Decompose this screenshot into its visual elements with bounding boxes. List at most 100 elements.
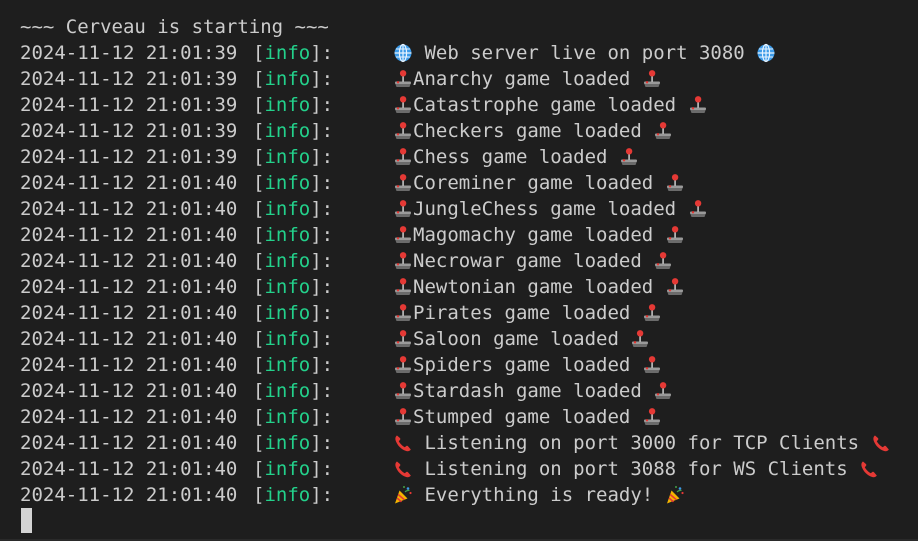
log-message-text: Newtonian game loaded bbox=[413, 276, 665, 298]
log-level: [info]: bbox=[253, 250, 334, 272]
telephone-icon bbox=[393, 433, 413, 453]
log-level-label: info bbox=[264, 198, 311, 220]
joystick-icon bbox=[619, 147, 639, 167]
log-message-text: Web server live on port 3080 bbox=[413, 42, 757, 64]
log-level: [info]: bbox=[253, 406, 334, 428]
joystick-icon bbox=[393, 199, 413, 219]
log-level: [info]: bbox=[253, 94, 334, 116]
log-timestamp: 2024-11-12 21:01:40 bbox=[20, 302, 238, 324]
log-line: 2024-11-12 21:01:40 [info]: Necrowar game … bbox=[20, 248, 891, 274]
log-message: Everything is ready! bbox=[393, 482, 685, 508]
log-level: [info]: bbox=[253, 302, 334, 324]
joystick-icon bbox=[653, 251, 673, 271]
log-level: [info]: bbox=[253, 120, 334, 142]
log-level: [info]: bbox=[253, 198, 334, 220]
log-timestamp: 2024-11-12 21:01:40 bbox=[20, 354, 238, 376]
log-line: 2024-11-12 21:01:40 [info]: Everything is… bbox=[20, 482, 891, 508]
log-message-text: Stumped game loaded bbox=[413, 406, 642, 428]
log-message: Anarchy game loaded bbox=[393, 66, 662, 92]
log-message-text: JungleChess game loaded bbox=[413, 198, 688, 220]
log-message-text: Saloon game loaded bbox=[413, 328, 631, 350]
log-timestamp: 2024-11-12 21:01:40 bbox=[20, 250, 238, 272]
joystick-icon bbox=[630, 329, 650, 349]
telephone-icon bbox=[393, 459, 413, 479]
log-level-label: info bbox=[264, 172, 311, 194]
joystick-icon bbox=[665, 277, 685, 297]
log-level-label: info bbox=[264, 68, 311, 90]
joystick-icon bbox=[665, 173, 685, 193]
log-timestamp: 2024-11-12 21:01:40 bbox=[20, 198, 238, 220]
log-message: Coreminer game loaded bbox=[393, 170, 685, 196]
terminal-output[interactable]: ~~~ Cerveau is starting ~~~ 2024-11-12 2… bbox=[0, 0, 918, 541]
log-level-label: info bbox=[264, 354, 311, 376]
log-line: 2024-11-12 21:01:39 [info]: Catastrophe ga… bbox=[20, 92, 891, 118]
log-message: Necrowar game loaded bbox=[393, 248, 673, 274]
log-message: Listening on port 3088 for WS Clients bbox=[393, 456, 879, 482]
log-level-label: info bbox=[264, 250, 311, 272]
joystick-icon bbox=[393, 251, 413, 271]
log-line: 2024-11-12 21:01:40 [info]: Newtonian game… bbox=[20, 274, 891, 300]
log-timestamp: 2024-11-12 21:01:40 bbox=[20, 224, 238, 246]
log-level: [info]: bbox=[253, 432, 334, 454]
log-message: Saloon game loaded bbox=[393, 326, 650, 352]
joystick-icon bbox=[665, 225, 685, 245]
log-line: 2024-11-12 21:01:40 [info]: Coreminer game… bbox=[20, 170, 891, 196]
log-timestamp: 2024-11-12 21:01:39 bbox=[20, 42, 238, 64]
log-level: [info]: bbox=[253, 328, 334, 350]
log-message: Newtonian game loaded bbox=[393, 274, 685, 300]
log-message-text: Listening on port 3088 for WS Clients bbox=[413, 458, 860, 480]
log-line: 2024-11-12 21:01:40 [info]: Pirates game l… bbox=[20, 300, 891, 326]
joystick-icon bbox=[393, 277, 413, 297]
log-level-label: info bbox=[264, 302, 311, 324]
log-level: [info]: bbox=[253, 172, 334, 194]
log-line: 2024-11-12 21:01:39 [info]: Checkers game … bbox=[20, 118, 891, 144]
globe-icon bbox=[756, 43, 776, 63]
log-level: [info]: bbox=[253, 42, 334, 64]
log-level-label: info bbox=[264, 432, 311, 454]
log-line: 2024-11-12 21:01:40 [info]: JungleChess ga… bbox=[20, 196, 891, 222]
telephone-icon bbox=[871, 433, 891, 453]
log-timestamp: 2024-11-12 21:01:39 bbox=[20, 120, 238, 142]
joystick-icon bbox=[393, 147, 413, 167]
joystick-icon bbox=[642, 303, 662, 323]
joystick-icon bbox=[688, 199, 708, 219]
log-level-label: info bbox=[264, 380, 311, 402]
joystick-icon bbox=[393, 407, 413, 427]
log-message-text: Stardash game loaded bbox=[413, 380, 654, 402]
log-message-text: Chess game loaded bbox=[413, 146, 619, 168]
log-timestamp: 2024-11-12 21:01:40 bbox=[20, 172, 238, 194]
log-level: [info]: bbox=[253, 380, 334, 402]
log-message: Stardash game loaded bbox=[393, 378, 673, 404]
startup-banner: ~~~ Cerveau is starting ~~~ bbox=[20, 16, 329, 38]
log-timestamp: 2024-11-12 21:01:39 bbox=[20, 146, 238, 168]
log-timestamp: 2024-11-12 21:01:40 bbox=[20, 328, 238, 350]
log-level: [info]: bbox=[253, 224, 334, 246]
log-message-text: Pirates game loaded bbox=[413, 302, 642, 324]
log-level-label: info bbox=[264, 146, 311, 168]
log-line: 2024-11-12 21:01:40 [info]: Spiders game l… bbox=[20, 352, 891, 378]
joystick-icon bbox=[393, 355, 413, 375]
log-timestamp: 2024-11-12 21:01:40 bbox=[20, 276, 238, 298]
log-level: [info]: bbox=[253, 276, 334, 298]
log-line: 2024-11-12 21:01:40 [info]: Listening on … bbox=[20, 430, 891, 456]
log-level-label: info bbox=[264, 328, 311, 350]
joystick-icon bbox=[653, 381, 673, 401]
joystick-icon bbox=[393, 381, 413, 401]
party-popper-icon bbox=[665, 485, 685, 505]
log-message-text: Anarchy game loaded bbox=[413, 68, 642, 90]
party-popper-icon bbox=[393, 485, 413, 505]
joystick-icon bbox=[393, 95, 413, 115]
log-message-text: Everything is ready! bbox=[413, 484, 665, 506]
log-level-label: info bbox=[264, 406, 311, 428]
log-timestamp: 2024-11-12 21:01:40 bbox=[20, 484, 238, 506]
log-timestamp: 2024-11-12 21:01:39 bbox=[20, 94, 238, 116]
log-message-text: Catastrophe game loaded bbox=[413, 94, 688, 116]
joystick-icon bbox=[688, 95, 708, 115]
log-level: [info]: bbox=[253, 68, 334, 90]
log-line: 2024-11-12 21:01:40 [info]: Stardash game … bbox=[20, 378, 891, 404]
joystick-icon bbox=[653, 121, 673, 141]
log-level-label: info bbox=[264, 224, 311, 246]
log-level-label: info bbox=[264, 120, 311, 142]
log-timestamp: 2024-11-12 21:01:39 bbox=[20, 68, 238, 90]
log-message: Checkers game loaded bbox=[393, 118, 673, 144]
